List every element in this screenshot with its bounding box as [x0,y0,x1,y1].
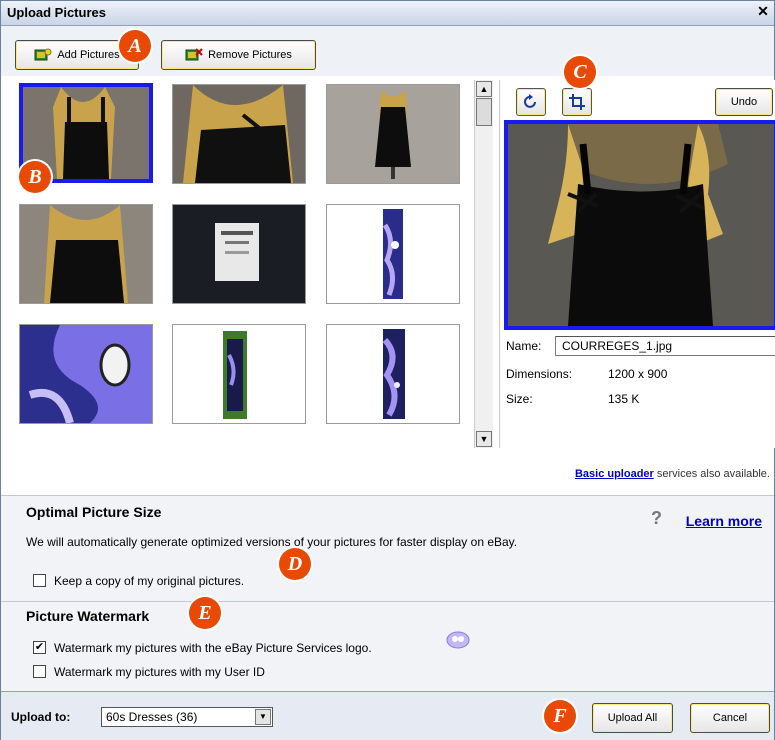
watermark-heading: Picture Watermark [26,608,150,624]
basic-uploader-note: Basic uploader services also available. [575,468,770,480]
thumbnail-grid [10,80,473,448]
scroll-up-icon[interactable]: ▲ [476,81,492,97]
cancel-label: Cancel [712,712,748,724]
watermark-userid-checkbox[interactable] [33,665,46,678]
dimensions-label: Dimensions: [506,367,573,381]
watermark-ebay-checkbox[interactable]: ✔ [33,641,46,654]
dialog-title: Upload Pictures [7,5,106,20]
undo-label: Undo [730,96,758,108]
callout-badge-f: F [544,700,576,732]
upload-pictures-dialog: Upload Pictures ✕ Add Pictures A Remove … [0,0,775,740]
undo-button[interactable]: Undo [715,88,773,116]
preview-pane: Undo Name: Dimensions: 1200 x 900 Size: … [499,80,775,448]
thumbnail-scrollbar[interactable]: ▲ ▼ [474,80,493,448]
size-label: Size: [506,392,533,406]
remove-pictures-label: Remove Pictures [208,49,292,61]
add-pictures-label: Add Pictures [57,49,120,61]
scroll-down-icon[interactable]: ▼ [476,431,492,447]
scroll-thumb[interactable] [476,98,492,126]
optimal-size-description: We will automatically generate optimized… [26,535,518,549]
rotate-button[interactable] [516,88,546,116]
thumbnail-6[interactable] [326,204,460,304]
close-icon[interactable]: ✕ [756,4,770,18]
dress-photo-image [20,205,152,303]
picture-name-input[interactable] [555,336,775,356]
dress-photo-image [508,124,774,326]
fabric-photo-image [20,325,152,423]
rotate-icon [524,94,536,108]
learn-more-link[interactable]: Learn more [686,513,762,529]
thumbnail-8[interactable] [172,324,306,424]
dimensions-value: 1200 x 900 [608,367,668,381]
title-bar: Upload Pictures ✕ [1,1,774,26]
upload-to-value: 60s Dresses (36) [106,710,198,724]
chevron-down-icon[interactable]: ▼ [255,709,271,725]
dress-photo-image [327,85,459,183]
watermark-userid-label: Watermark my pictures with my User ID [54,665,265,679]
remove-picture-icon [185,48,203,62]
upload-to-select[interactable]: 60s Dresses (36) ▼ [101,707,273,727]
callout-badge-c: C [564,56,596,88]
callout-badge-e: E [189,597,221,629]
watermark-ebay-label: Watermark my pictures with the eBay Pict… [54,641,372,655]
crop-icon [569,94,585,110]
thumbnail-5[interactable] [172,204,306,304]
remove-pictures-button[interactable]: Remove Pictures [161,40,316,70]
thumbnail-9[interactable] [326,324,460,424]
dress-photo-image [173,325,305,423]
cancel-button[interactable]: Cancel [690,703,770,733]
callout-badge-a: A [119,30,151,62]
add-picture-icon [34,48,52,62]
dress-photo-image [327,205,459,303]
upload-to-label: Upload to: [11,710,71,724]
upload-all-button[interactable]: Upload All [592,703,673,733]
picture-preview [504,120,775,330]
keep-original-label: Keep a copy of my original pictures. [54,574,245,588]
ebay-picture-services-logo-icon [445,630,471,653]
crop-button[interactable] [562,88,592,116]
basic-uploader-link[interactable]: Basic uploader [575,468,654,480]
keep-original-checkbox[interactable] [33,574,46,587]
thumbnail-2[interactable] [172,84,306,184]
help-icon: ? [651,508,662,528]
callout-badge-b: B [19,161,51,193]
name-label: Name: [506,339,542,353]
dress-photo-image [173,85,305,183]
upload-all-label: Upload All [607,712,658,724]
basic-uploader-text: services also available. [656,468,770,480]
optimal-size-heading: Optimal Picture Size [26,504,162,520]
thumbnail-4[interactable] [19,204,153,304]
size-value: 135 K [608,392,640,406]
thumbnail-3[interactable] [326,84,460,184]
label-photo-image [173,205,305,303]
thumbnail-7[interactable] [19,324,153,424]
callout-badge-d: D [279,548,311,580]
dress-photo-image [327,325,459,423]
